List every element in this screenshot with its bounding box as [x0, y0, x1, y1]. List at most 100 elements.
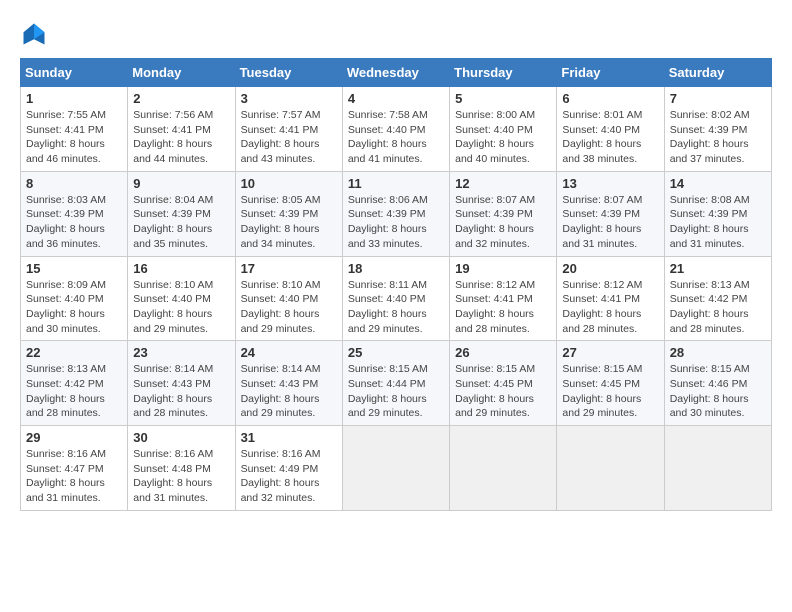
sunrise-label: Sunrise: 8:14 AM: [241, 363, 321, 375]
sunset-label: Sunset: 4:40 PM: [455, 124, 533, 136]
sunrise-label: Sunrise: 8:10 AM: [241, 279, 321, 291]
daylight-label: Daylight: 8 hours and 32 minutes.: [241, 477, 320, 504]
day-content: Sunrise: 7:58 AM Sunset: 4:40 PM Dayligh…: [348, 108, 444, 167]
sunrise-label: Sunrise: 8:14 AM: [133, 363, 213, 375]
day-number: 31: [241, 430, 337, 445]
daylight-label: Daylight: 8 hours and 29 minutes.: [455, 393, 534, 420]
day-content: Sunrise: 7:56 AM Sunset: 4:41 PM Dayligh…: [133, 108, 229, 167]
daylight-label: Daylight: 8 hours and 44 minutes.: [133, 138, 212, 165]
calendar-cell: 16 Sunrise: 8:10 AM Sunset: 4:40 PM Dayl…: [128, 256, 235, 341]
sunrise-label: Sunrise: 8:16 AM: [133, 448, 213, 460]
calendar-cell: 20 Sunrise: 8:12 AM Sunset: 4:41 PM Dayl…: [557, 256, 664, 341]
calendar-cell: 2 Sunrise: 7:56 AM Sunset: 4:41 PM Dayli…: [128, 87, 235, 172]
day-content: Sunrise: 8:15 AM Sunset: 4:46 PM Dayligh…: [670, 362, 766, 421]
sunrise-label: Sunrise: 8:12 AM: [562, 279, 642, 291]
calendar-cell: 27 Sunrise: 8:15 AM Sunset: 4:45 PM Dayl…: [557, 341, 664, 426]
day-number: 14: [670, 176, 766, 191]
sunset-label: Sunset: 4:41 PM: [133, 124, 211, 136]
day-number: 16: [133, 261, 229, 276]
sunrise-label: Sunrise: 8:13 AM: [26, 363, 106, 375]
daylight-label: Daylight: 8 hours and 28 minutes.: [26, 393, 105, 420]
day-content: Sunrise: 8:15 AM Sunset: 4:45 PM Dayligh…: [562, 362, 658, 421]
sunrise-label: Sunrise: 8:15 AM: [670, 363, 750, 375]
weekday-header-friday: Friday: [557, 59, 664, 87]
calendar-cell: 7 Sunrise: 8:02 AM Sunset: 4:39 PM Dayli…: [664, 87, 771, 172]
sunset-label: Sunset: 4:40 PM: [348, 124, 426, 136]
day-content: Sunrise: 8:12 AM Sunset: 4:41 PM Dayligh…: [455, 278, 551, 337]
sunset-label: Sunset: 4:45 PM: [455, 378, 533, 390]
calendar-cell: [664, 426, 771, 511]
day-content: Sunrise: 8:03 AM Sunset: 4:39 PM Dayligh…: [26, 193, 122, 252]
sunset-label: Sunset: 4:39 PM: [26, 208, 104, 220]
sunset-label: Sunset: 4:40 PM: [241, 293, 319, 305]
calendar-cell: 15 Sunrise: 8:09 AM Sunset: 4:40 PM Dayl…: [21, 256, 128, 341]
day-number: 18: [348, 261, 444, 276]
daylight-label: Daylight: 8 hours and 29 minutes.: [348, 308, 427, 335]
calendar-week-2: 8 Sunrise: 8:03 AM Sunset: 4:39 PM Dayli…: [21, 171, 772, 256]
day-number: 11: [348, 176, 444, 191]
sunset-label: Sunset: 4:40 PM: [562, 124, 640, 136]
daylight-label: Daylight: 8 hours and 35 minutes.: [133, 223, 212, 250]
day-content: Sunrise: 8:13 AM Sunset: 4:42 PM Dayligh…: [670, 278, 766, 337]
daylight-label: Daylight: 8 hours and 29 minutes.: [348, 393, 427, 420]
sunrise-label: Sunrise: 8:02 AM: [670, 109, 750, 121]
calendar-cell: 6 Sunrise: 8:01 AM Sunset: 4:40 PM Dayli…: [557, 87, 664, 172]
calendar: SundayMondayTuesdayWednesdayThursdayFrid…: [20, 58, 772, 511]
sunrise-label: Sunrise: 8:04 AM: [133, 194, 213, 206]
sunset-label: Sunset: 4:42 PM: [26, 378, 104, 390]
sunrise-label: Sunrise: 8:15 AM: [562, 363, 642, 375]
sunset-label: Sunset: 4:40 PM: [348, 293, 426, 305]
daylight-label: Daylight: 8 hours and 38 minutes.: [562, 138, 641, 165]
day-content: Sunrise: 8:04 AM Sunset: 4:39 PM Dayligh…: [133, 193, 229, 252]
calendar-week-4: 22 Sunrise: 8:13 AM Sunset: 4:42 PM Dayl…: [21, 341, 772, 426]
day-content: Sunrise: 8:00 AM Sunset: 4:40 PM Dayligh…: [455, 108, 551, 167]
calendar-cell: 19 Sunrise: 8:12 AM Sunset: 4:41 PM Dayl…: [450, 256, 557, 341]
day-content: Sunrise: 8:12 AM Sunset: 4:41 PM Dayligh…: [562, 278, 658, 337]
sunrise-label: Sunrise: 8:01 AM: [562, 109, 642, 121]
calendar-cell: 4 Sunrise: 7:58 AM Sunset: 4:40 PM Dayli…: [342, 87, 449, 172]
day-number: 28: [670, 345, 766, 360]
daylight-label: Daylight: 8 hours and 29 minutes.: [241, 393, 320, 420]
sunset-label: Sunset: 4:39 PM: [241, 208, 319, 220]
daylight-label: Daylight: 8 hours and 28 minutes.: [455, 308, 534, 335]
weekday-header-saturday: Saturday: [664, 59, 771, 87]
daylight-label: Daylight: 8 hours and 29 minutes.: [133, 308, 212, 335]
sunset-label: Sunset: 4:42 PM: [670, 293, 748, 305]
day-number: 15: [26, 261, 122, 276]
page-header: [20, 20, 772, 48]
sunset-label: Sunset: 4:45 PM: [562, 378, 640, 390]
weekday-header-row: SundayMondayTuesdayWednesdayThursdayFrid…: [21, 59, 772, 87]
day-content: Sunrise: 8:11 AM Sunset: 4:40 PM Dayligh…: [348, 278, 444, 337]
calendar-cell: 9 Sunrise: 8:04 AM Sunset: 4:39 PM Dayli…: [128, 171, 235, 256]
daylight-label: Daylight: 8 hours and 31 minutes.: [133, 477, 212, 504]
sunset-label: Sunset: 4:47 PM: [26, 463, 104, 475]
daylight-label: Daylight: 8 hours and 29 minutes.: [562, 393, 641, 420]
day-number: 23: [133, 345, 229, 360]
day-content: Sunrise: 8:16 AM Sunset: 4:49 PM Dayligh…: [241, 447, 337, 506]
day-content: Sunrise: 8:08 AM Sunset: 4:39 PM Dayligh…: [670, 193, 766, 252]
sunrise-label: Sunrise: 8:11 AM: [348, 279, 427, 291]
sunset-label: Sunset: 4:39 PM: [455, 208, 533, 220]
calendar-week-3: 15 Sunrise: 8:09 AM Sunset: 4:40 PM Dayl…: [21, 256, 772, 341]
day-number: 8: [26, 176, 122, 191]
day-content: Sunrise: 8:09 AM Sunset: 4:40 PM Dayligh…: [26, 278, 122, 337]
day-content: Sunrise: 8:06 AM Sunset: 4:39 PM Dayligh…: [348, 193, 444, 252]
sunrise-label: Sunrise: 8:10 AM: [133, 279, 213, 291]
day-number: 30: [133, 430, 229, 445]
daylight-label: Daylight: 8 hours and 34 minutes.: [241, 223, 320, 250]
calendar-cell: 17 Sunrise: 8:10 AM Sunset: 4:40 PM Dayl…: [235, 256, 342, 341]
sunset-label: Sunset: 4:39 PM: [562, 208, 640, 220]
calendar-cell: 18 Sunrise: 8:11 AM Sunset: 4:40 PM Dayl…: [342, 256, 449, 341]
sunrise-label: Sunrise: 7:58 AM: [348, 109, 428, 121]
day-number: 24: [241, 345, 337, 360]
daylight-label: Daylight: 8 hours and 41 minutes.: [348, 138, 427, 165]
day-content: Sunrise: 8:01 AM Sunset: 4:40 PM Dayligh…: [562, 108, 658, 167]
sunset-label: Sunset: 4:39 PM: [133, 208, 211, 220]
daylight-label: Daylight: 8 hours and 30 minutes.: [26, 308, 105, 335]
daylight-label: Daylight: 8 hours and 43 minutes.: [241, 138, 320, 165]
sunrise-label: Sunrise: 8:15 AM: [455, 363, 535, 375]
calendar-cell: 14 Sunrise: 8:08 AM Sunset: 4:39 PM Dayl…: [664, 171, 771, 256]
day-content: Sunrise: 8:02 AM Sunset: 4:39 PM Dayligh…: [670, 108, 766, 167]
sunset-label: Sunset: 4:39 PM: [670, 124, 748, 136]
day-content: Sunrise: 8:10 AM Sunset: 4:40 PM Dayligh…: [133, 278, 229, 337]
